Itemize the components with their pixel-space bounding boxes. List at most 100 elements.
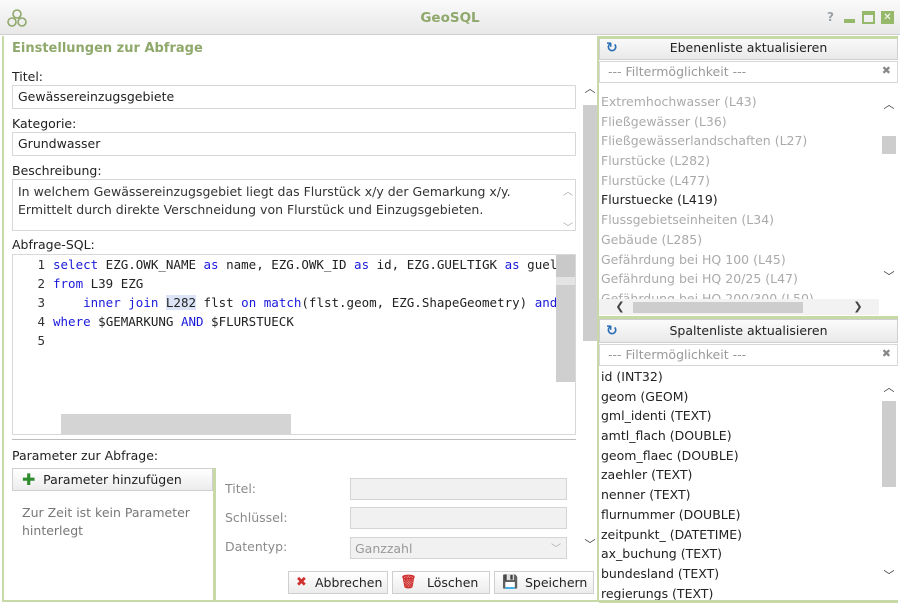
datatype-value: Ganzzahl [355,541,413,556]
title-bar: GeoSQL ? ✕ [0,0,900,35]
sql-vertical-scrollbar[interactable] [556,255,575,382]
layer-horizontal-scrollbar[interactable]: ❮ ❯ [599,299,879,315]
layer-list-item[interactable]: Flurstuecke (L419) [599,190,879,210]
sql-editor[interactable]: 1 select EZG.OWK_NAME as name, EZG.OWK_ID… [12,254,576,435]
refresh-columns-button[interactable]: ↻ Spaltenliste aktualisieren [599,319,898,343]
clear-filter-icon[interactable]: ✖ [882,347,891,360]
close-icon[interactable]: ✕ [881,11,894,24]
sql-horizontal-scrollbar[interactable] [61,414,291,434]
category-input[interactable]: Grundwasser [12,132,576,156]
refresh-icon: ↻ [606,323,618,339]
list-item-partial [599,84,879,90]
layer-list-item[interactable]: Gefährdung bei HQ 20/25 (L47) [599,269,879,289]
maximize-icon[interactable] [862,11,875,24]
layer-filter-input[interactable]: --- Filtermöglichkeit --- ✖ [599,61,898,83]
column-list-item[interactable]: zeitpunkt_ (DATETIME) [599,525,879,545]
add-parameter-button[interactable]: ✚ Parameter hinzufügen [12,468,213,491]
param-title-input[interactable] [350,478,567,500]
column-filter-input[interactable]: --- Filtermöglichkeit --- ✖ [599,344,898,366]
param-key-input[interactable] [350,507,567,529]
refresh-icon: ↻ [606,40,618,56]
scrollbar-thumb[interactable] [882,136,896,154]
column-list-item[interactable]: ax_buchung (TEXT) [599,544,879,564]
layer-list-item[interactable]: Fließgewässerlandschaften (L27) [599,131,879,151]
layer-list-item[interactable]: Flussgebietseinheiten (L34) [599,210,879,230]
layer-list-item[interactable]: Gefährdung bei HQ 200/300 (L50) [599,289,879,299]
description-label: Beschreibung: [12,163,102,178]
cancel-button[interactable]: ✖ Abbrechen [288,571,388,594]
column-list-item[interactable]: nenner (TEXT) [599,485,879,505]
scroll-up-icon[interactable]: ︿ [882,379,896,395]
param-datatype-select[interactable]: Ganzzahl ﹀ [350,537,567,559]
scroll-up-icon[interactable]: ︿ [882,96,896,112]
layer-list-item[interactable]: Fließgewässer (L36) [599,112,879,132]
layer-list-item[interactable]: Gebäude (L285) [599,230,879,250]
column-list: id (INT32) geom (GEOM) gml_identi (TEXT) am… [599,367,879,602]
layer-list-item[interactable]: Gefährdung bei HQ 100 (L45) [599,250,879,270]
minimize-icon[interactable] [843,11,856,24]
scroll-down-icon[interactable]: ﹀ [882,268,896,284]
column-list-item[interactable]: zaehler (TEXT) [599,465,879,485]
column-list-item[interactable]: flurnummer (DOUBLE) [599,505,879,525]
dialog-footer: ✖ Abbrechen 🗑 Löschen 💾 Speichern [4,564,597,602]
description-textarea[interactable]: In welchem Gewässereinzugsgebiet liegt d… [12,179,576,234]
column-vertical-scrollbar[interactable]: ︿ ﹀ [880,367,898,602]
scroll-right-icon[interactable]: ❯ [851,300,865,313]
sql-line-2: from L39 EZG [53,276,144,291]
layer-list: Extremhochwasser (L43) Fließgewässer (L36… [599,84,879,299]
column-list-item[interactable]: geom_flaec (DOUBLE) [599,446,879,466]
refresh-layers-button[interactable]: ↻ Ebenenliste aktualisieren [599,36,898,60]
cancel-label: Abbrechen [315,575,383,590]
line-number: 2 [37,276,45,291]
delete-button[interactable]: 🗑 Löschen [392,571,490,594]
layer-list-item[interactable]: Extremhochwasser (L43) [599,92,879,112]
divider [599,316,898,319]
divider [12,439,576,440]
save-label: Speichern [525,575,588,590]
scroll-down-icon[interactable]: ﹀ [583,536,597,552]
no-parameter-message: Zur Zeit ist kein Parameter hinterlegt [22,505,190,538]
textarea-scrollbar[interactable]: ︿ ﹀ [563,184,573,234]
scroll-down-icon[interactable]: ﹀ [882,567,896,583]
column-list-item[interactable]: id (INT32) [599,367,879,387]
layer-column-panel: ↻ Ebenenliste aktualisieren --- Filtermö… [599,36,898,602]
title-input[interactable]: Gewässereinzugsgebiete [12,85,576,109]
category-label: Kategorie: [12,116,77,131]
add-parameter-label: Parameter hinzufügen [43,472,182,487]
title-label: Titel: [12,69,43,84]
save-button[interactable]: 💾 Speichern [494,571,594,594]
column-list-item[interactable]: bundesland (TEXT) [599,564,879,584]
delete-label: Löschen [427,575,479,590]
chevron-down-icon: ﹀ [551,544,561,555]
line-number: 1 [37,257,45,272]
scroll-left-icon[interactable]: ❮ [613,300,627,313]
layer-vertical-scrollbar[interactable]: ︿ ﹀ [880,84,898,315]
line-number: 4 [37,314,45,329]
layers-heading: Ebenenliste aktualisieren [669,40,828,55]
column-list-item[interactable]: amtl_flach (DOUBLE) [599,426,879,446]
panel-scrollbar[interactable]: ︿ ﹀ [581,72,599,564]
trash-icon: 🗑 [400,575,417,590]
filter-placeholder: --- Filtermöglichkeit --- [608,347,747,362]
column-list-item[interactable]: gml_identi (TEXT) [599,406,879,426]
description-line: In welchem Gewässereinzugsgebiet liegt d… [18,184,511,199]
sql-line-1: select EZG.OWK_NAME as name, EZG.OWK_ID … [53,257,558,272]
clear-filter-icon[interactable]: ✖ [882,64,891,77]
sql-label: Abfrage-SQL: [12,237,95,252]
scroll-up-icon[interactable]: ︿ [583,80,597,96]
window-title: GeoSQL [420,10,480,26]
scrollbar-thumb[interactable] [633,302,803,313]
cancel-icon: ✖ [296,575,307,590]
filter-placeholder: --- Filtermöglichkeit --- [608,64,747,79]
divider [599,36,898,39]
sql-line-4: where $GEMARKUNG AND $FLURSTUECK [53,314,294,329]
scrollbar-thumb[interactable] [583,105,597,341]
layer-list-item[interactable]: Flurstücke (L282) [599,151,879,171]
floppy-disk-icon: 💾 [502,575,519,590]
scrollbar-thumb[interactable] [882,401,896,487]
layer-list-item[interactable]: Flurstücke (L477) [599,171,879,191]
query-settings-panel: Einstellungen zur Abfrage Titel: Gewässe… [2,36,599,602]
help-icon[interactable]: ? [824,11,837,24]
line-number: 5 [37,333,45,348]
column-list-item[interactable]: geom (GEOM) [599,387,879,407]
